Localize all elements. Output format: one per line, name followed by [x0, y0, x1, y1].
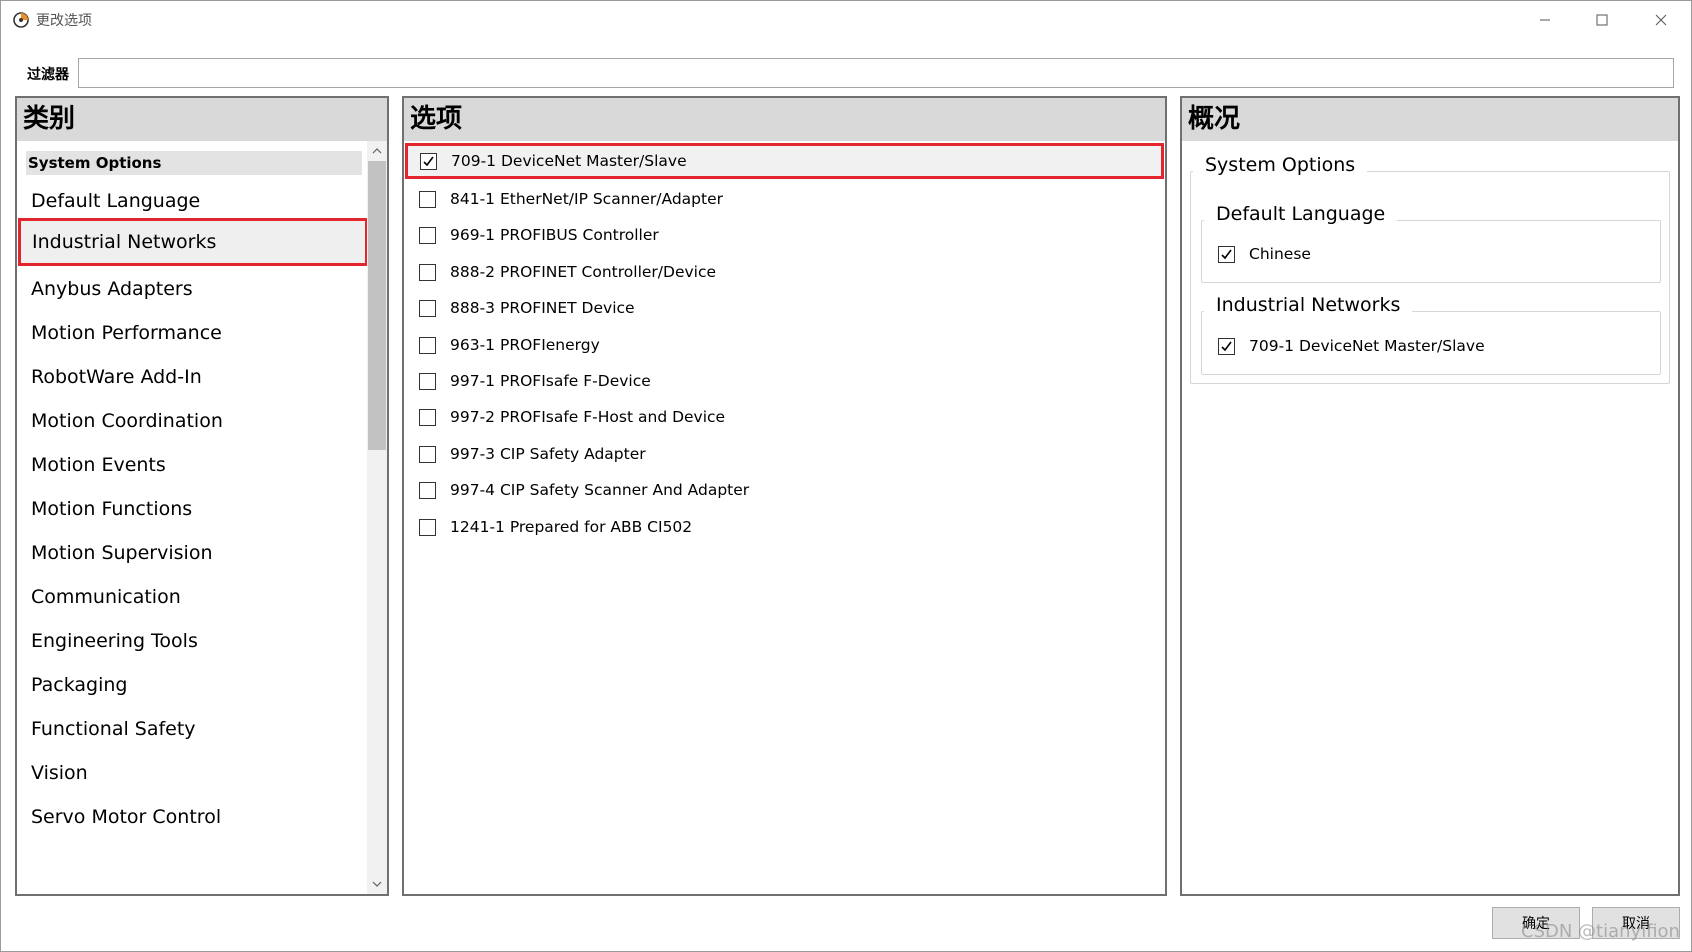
category-item-vision[interactable]: Vision	[17, 749, 369, 797]
option-row-997-4[interactable]: 997-4 CIP Safety Scanner And Adapter	[404, 472, 1165, 508]
option-checkbox-997-2[interactable]	[419, 408, 436, 426]
checkmark-icon	[1221, 249, 1232, 259]
category-list: System Options Default Language Industri…	[17, 141, 369, 894]
chevron-down-icon	[372, 881, 382, 887]
option-label: 888-2 PROFINET Controller/Device	[450, 263, 717, 281]
option-label: 997-4 CIP Safety Scanner And Adapter	[450, 481, 750, 499]
category-panel: 类别 System Options Default Language Indus…	[15, 96, 389, 896]
category-item-motion-coordination[interactable]: Motion Coordination	[17, 397, 369, 445]
option-checkbox-997-4[interactable]	[419, 481, 436, 499]
category-item-industrial-networks[interactable]: Industrial Networks	[18, 218, 368, 266]
option-label: 969-1 PROFIBUS Controller	[450, 226, 659, 244]
summary-header: 概况	[1182, 98, 1678, 141]
checkmark-icon	[423, 156, 434, 166]
category-item-motion-functions[interactable]: Motion Functions	[17, 485, 369, 533]
option-checkbox-709-1[interactable]	[420, 152, 437, 170]
category-item-servo-motor-control[interactable]: Servo Motor Control	[17, 793, 369, 841]
category-item-motion-events[interactable]: Motion Events	[17, 441, 369, 489]
summary-checkbox	[1218, 245, 1235, 263]
option-row-997-3[interactable]: 997-3 CIP Safety Adapter	[404, 436, 1165, 472]
option-checkbox-969-1[interactable]	[419, 226, 436, 244]
option-row-888-2[interactable]: 888-2 PROFINET Controller/Device	[404, 254, 1165, 290]
chevron-up-icon	[372, 148, 382, 154]
option-row-997-1[interactable]: 997-1 PROFIsafe F-Device	[404, 363, 1165, 399]
category-item-motion-supervision[interactable]: Motion Supervision	[17, 529, 369, 577]
option-checkbox-888-2[interactable]	[419, 263, 436, 281]
category-item-engineering-tools[interactable]: Engineering Tools	[17, 617, 369, 665]
summary-item-chinese: Chinese	[1218, 245, 1311, 263]
category-group-system-options[interactable]: System Options	[26, 151, 362, 175]
option-checkbox-997-3[interactable]	[419, 445, 436, 463]
scroll-up-button[interactable]	[367, 141, 387, 161]
checkmark-icon	[1221, 341, 1232, 351]
scroll-thumb[interactable]	[368, 161, 386, 450]
options-header: 选项	[404, 98, 1165, 141]
summary-section-title: Industrial Networks	[1204, 294, 1413, 316]
filter-label: 过滤器	[27, 67, 69, 83]
title-bar[interactable]: 更改选项	[1, 1, 1691, 39]
option-label: 997-2 PROFIsafe F-Host and Device	[450, 408, 726, 426]
window-title: 更改选项	[36, 13, 92, 29]
category-item-communication[interactable]: Communication	[17, 573, 369, 621]
option-checkbox-963-1[interactable]	[419, 336, 436, 354]
minimize-icon	[1540, 19, 1550, 21]
option-row-1241-1[interactable]: 1241-1 Prepared for ABB CI502	[404, 509, 1165, 545]
watermark: CSDN @tianyifion	[1521, 921, 1680, 942]
option-row-888-3[interactable]: 888-3 PROFINET Device	[404, 290, 1165, 326]
close-button[interactable]	[1638, 5, 1684, 35]
summary-item-label: Chinese	[1249, 245, 1311, 263]
summary-checkbox	[1218, 337, 1235, 355]
category-item-anybus-adapters[interactable]: Anybus Adapters	[17, 265, 369, 313]
option-row-709-1[interactable]: 709-1 DeviceNet Master/Slave	[405, 143, 1164, 179]
option-row-997-2[interactable]: 997-2 PROFIsafe F-Host and Device	[404, 399, 1165, 435]
summary-group-title: System Options	[1193, 154, 1368, 176]
option-label: 841-1 EtherNet/IP Scanner/Adapter	[450, 190, 723, 208]
scroll-down-button[interactable]	[367, 874, 387, 894]
filter-input[interactable]	[78, 58, 1674, 88]
option-checkbox-888-3[interactable]	[419, 299, 436, 317]
app-icon	[13, 12, 29, 28]
category-item-packaging[interactable]: Packaging	[17, 661, 369, 709]
summary-item-709-1: 709-1 DeviceNet Master/Slave	[1218, 337, 1485, 355]
summary-panel: 概况 System Options Default Language Chine…	[1180, 96, 1680, 896]
category-item-functional-safety[interactable]: Functional Safety	[17, 705, 369, 753]
minimize-button[interactable]	[1522, 5, 1568, 35]
option-row-841-1[interactable]: 841-1 EtherNet/IP Scanner/Adapter	[404, 181, 1165, 217]
close-icon	[1655, 14, 1667, 26]
option-label: 963-1 PROFIenergy	[450, 336, 600, 354]
maximize-icon	[1596, 14, 1608, 26]
option-checkbox-1241-1[interactable]	[419, 518, 436, 536]
category-scrollbar[interactable]	[367, 141, 387, 894]
option-label: 888-3 PROFINET Device	[450, 299, 635, 317]
option-label: 997-1 PROFIsafe F-Device	[450, 372, 651, 390]
summary-item-label: 709-1 DeviceNet Master/Slave	[1249, 337, 1485, 355]
option-checkbox-841-1[interactable]	[419, 190, 436, 208]
category-item-robotware-add-in[interactable]: RobotWare Add-In	[17, 353, 369, 401]
category-header: 类别	[17, 98, 387, 141]
change-options-dialog: 更改选项 过滤器 类别 System Options Default Langu…	[0, 0, 1692, 952]
option-row-969-1[interactable]: 969-1 PROFIBUS Controller	[404, 217, 1165, 253]
maximize-button[interactable]	[1579, 5, 1625, 35]
option-label: 1241-1 Prepared for ABB CI502	[450, 518, 693, 536]
category-item-motion-performance[interactable]: Motion Performance	[17, 309, 369, 357]
option-label: 709-1 DeviceNet Master/Slave	[451, 152, 687, 170]
options-panel: 选项 709-1 DeviceNet Master/Slave 841-1 Et…	[402, 96, 1167, 896]
summary-section-title: Default Language	[1204, 203, 1398, 225]
option-label: 997-3 CIP Safety Adapter	[450, 445, 646, 463]
option-checkbox-997-1[interactable]	[419, 372, 436, 390]
option-row-963-1[interactable]: 963-1 PROFIenergy	[404, 327, 1165, 363]
